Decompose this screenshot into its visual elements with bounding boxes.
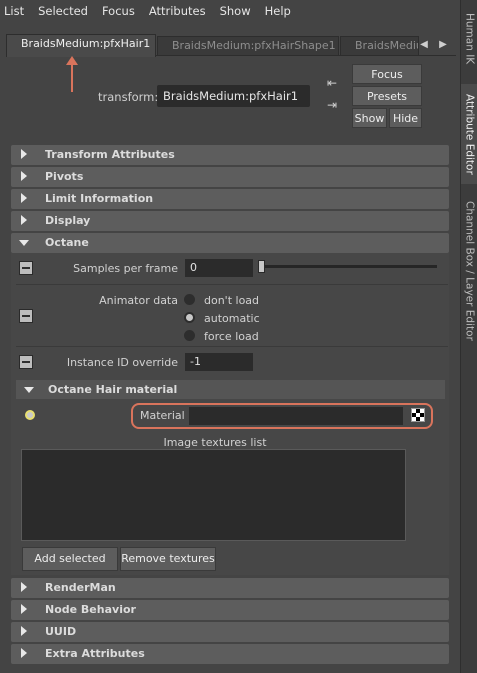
side-tab-attribute-editor[interactable]: Attribute Editor	[461, 84, 477, 184]
side-tab-human-ik[interactable]: Human IK	[461, 4, 477, 74]
menu-show[interactable]: Show	[220, 4, 251, 18]
collapse-arrow-icon	[19, 240, 29, 246]
divider	[16, 346, 448, 347]
instance-id-override-field[interactable]: -1	[185, 353, 253, 371]
samples-per-frame-label: Samples per frame	[73, 262, 178, 275]
tab-pfxhair1[interactable]: BraidsMedium:pfxHair1	[6, 34, 156, 57]
expand-arrow-icon	[21, 149, 27, 159]
material-status-dot-icon	[25, 410, 35, 420]
side-tab-strip: Human IK Attribute Editor Channel Box / …	[460, 0, 477, 673]
tab-pfxhairshape1[interactable]: BraidsMedium:pfxHairShape1	[157, 36, 339, 56]
divider	[16, 284, 448, 285]
samples-per-frame-field[interactable]: 0	[185, 259, 253, 277]
section-label: Pivots	[45, 170, 84, 183]
section-label: Octane Hair material	[48, 383, 178, 396]
node-tab-row: BraidsMedium:pfxHair1 BraidsMedium:pfxHa…	[6, 34, 456, 57]
section-label: Octane	[45, 236, 89, 249]
side-tab-label: Attribute Editor	[463, 93, 476, 175]
expand-arrow-icon	[21, 171, 27, 181]
load-output-icon[interactable]: ⇥	[323, 97, 341, 113]
expand-arrow-icon	[21, 582, 27, 592]
section-octane[interactable]: Octane	[11, 233, 449, 253]
menu-selected[interactable]: Selected	[38, 4, 88, 18]
side-tab-channel-box[interactable]: Channel Box / Layer Editor	[461, 196, 477, 346]
menu-attributes[interactable]: Attributes	[149, 4, 206, 18]
section-extra-attributes[interactable]: Extra Attributes	[11, 644, 449, 664]
radio-force-load-label: force load	[204, 330, 259, 343]
section-label: Transform Attributes	[45, 148, 175, 161]
expand-arrow-icon	[21, 648, 27, 658]
focus-button[interactable]: Focus	[352, 64, 422, 84]
section-label: RenderMan	[45, 581, 116, 594]
expand-arrow-icon	[21, 626, 27, 636]
section-uuid[interactable]: UUID	[11, 622, 449, 642]
section-label: Display	[45, 214, 91, 227]
radio-automatic-label: automatic	[204, 312, 260, 325]
collapse-arrow-icon	[24, 387, 34, 393]
radio-dont-load[interactable]	[184, 294, 195, 305]
section-pivots[interactable]: Pivots	[11, 167, 449, 187]
show-button[interactable]: Show	[352, 108, 387, 128]
frame-collapse-icon[interactable]	[19, 355, 33, 369]
load-input-icon[interactable]: ⇤	[323, 75, 341, 91]
samples-slider-handle[interactable]	[258, 260, 265, 273]
menu-help[interactable]: Help	[265, 4, 291, 18]
tab-scroll-right-icon[interactable]: ▶	[437, 39, 449, 51]
samples-slider-track[interactable]	[265, 265, 437, 268]
image-textures-list[interactable]	[21, 449, 406, 541]
expand-arrow-icon	[21, 193, 27, 203]
frame-collapse-icon[interactable]	[19, 309, 33, 323]
remove-textures-button[interactable]: Remove textures	[120, 547, 216, 571]
material-label: Material	[140, 409, 185, 422]
menu-bar: List Selected Focus Attributes Show Help	[0, 0, 460, 22]
side-tab-label: Human IK	[463, 13, 476, 65]
add-selected-button[interactable]: Add selected	[22, 547, 118, 571]
section-label: Node Behavior	[45, 603, 136, 616]
expand-arrow-icon	[21, 604, 27, 614]
animator-data-label: Animator data	[99, 294, 178, 307]
tab-braidsmedium-truncated[interactable]: BraidsMediu	[340, 36, 419, 56]
transform-name-field[interactable]: BraidsMedium:pfxHair1	[157, 85, 310, 107]
section-node-behavior[interactable]: Node Behavior	[11, 600, 449, 620]
presets-button[interactable]: Presets	[352, 86, 422, 106]
menu-focus[interactable]: Focus	[102, 4, 135, 18]
radio-force-load[interactable]	[184, 330, 195, 341]
section-limit-information[interactable]: Limit Information	[11, 189, 449, 209]
frame-collapse-icon[interactable]	[19, 261, 33, 275]
radio-automatic[interactable]	[184, 312, 195, 323]
menu-list[interactable]: List	[4, 4, 24, 18]
instance-id-override-label: Instance ID override	[66, 356, 178, 369]
section-label: UUID	[45, 625, 77, 638]
section-display[interactable]: Display	[11, 211, 449, 231]
expand-arrow-icon	[21, 215, 27, 225]
image-textures-list-label: Image textures list	[163, 436, 267, 449]
section-label: Extra Attributes	[45, 647, 145, 660]
material-field[interactable]	[189, 407, 403, 425]
section-renderman[interactable]: RenderMan	[11, 578, 449, 598]
hide-button[interactable]: Hide	[389, 108, 422, 128]
tab-scroll-left-icon[interactable]: ◀	[418, 39, 430, 51]
radio-dont-load-label: don't load	[204, 294, 260, 307]
map-checker-icon[interactable]	[411, 408, 425, 422]
section-label: Limit Information	[45, 192, 154, 205]
transform-label: transform:	[98, 90, 159, 104]
annotation-arrow-line	[71, 62, 73, 92]
section-octane-hair-material[interactable]: Octane Hair material	[16, 380, 445, 399]
section-transform-attributes[interactable]: Transform Attributes	[11, 145, 449, 165]
side-tab-label: Channel Box / Layer Editor	[463, 201, 476, 341]
